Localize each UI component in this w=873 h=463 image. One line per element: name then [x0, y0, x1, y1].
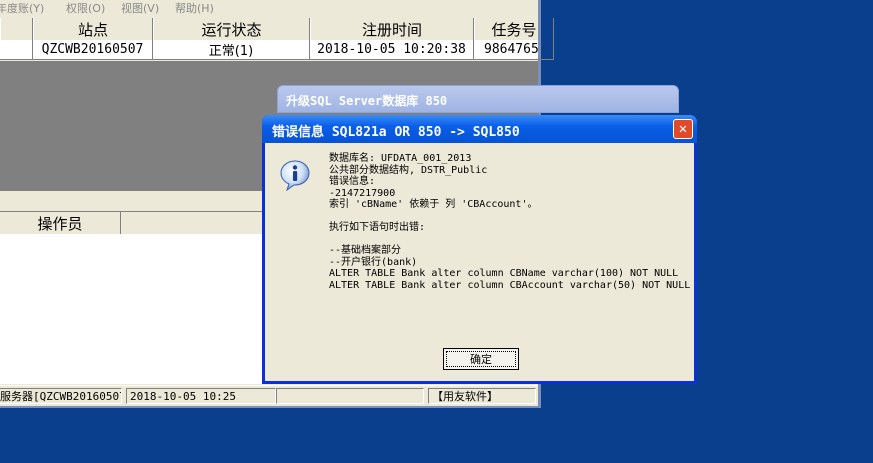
close-icon: ✕ [678, 121, 688, 137]
message-line: 执行如下语句时出错: [329, 222, 426, 233]
table-row[interactable]: QZCWB20160507 正常(1) 2018-10-05 10:20:38 … [0, 40, 554, 60]
message-line [329, 211, 690, 223]
header-status[interactable]: 运行状态 [153, 18, 310, 40]
status-server: 服务器[QZCWB20160507] [0, 388, 122, 404]
status-blank [276, 388, 424, 404]
error-dialog-title: 错误信息 SQL821a OR 850 -> SQL850 [272, 125, 520, 140]
site-table: 站点 运行状态 注册时间 任务号 QZCWB20160507 正常(1) 201… [0, 18, 554, 60]
error-dialog-body: 数据库名: UFDATA_001_2013 公共部分数据结构, DSTR_Publ… [265, 143, 694, 381]
error-dialog: 错误信息 SQL821a OR 850 -> SQL850 ✕ 数据库名: UF… [262, 115, 697, 384]
message-line [329, 234, 690, 246]
menu-item-view[interactable]: 视图(V) [121, 0, 159, 16]
cell-register-time: 2018-10-05 10:20:38 [310, 40, 474, 60]
message-line: --基础档案部分 [329, 245, 402, 256]
row-spacer [0, 40, 33, 60]
message-line: 公共部分数据结构, DSTR_Public [329, 164, 488, 176]
status-brand: 【用友软件】 [428, 388, 536, 404]
header-operator[interactable]: 操作员 [0, 212, 121, 234]
message-line: -2147217900 [329, 187, 396, 199]
close-button[interactable]: ✕ [673, 119, 693, 139]
message-line: 数据库名: UFDATA_001_2013 [329, 153, 472, 164]
message-line: 索引 'cBName' 依赖于 列 'CBAccount'。 [329, 199, 538, 210]
header-site[interactable]: 站点 [33, 18, 153, 40]
header-register-time[interactable]: 注册时间 [310, 18, 474, 40]
message-line: ALTER TABLE Bank alter column CBName var… [329, 268, 679, 279]
error-message: 数据库名: UFDATA_001_2013 公共部分数据结构, DSTR_Publ… [329, 153, 690, 291]
menu-item-permission[interactable]: 权限(O) [66, 0, 105, 16]
message-line: 错误信息: [329, 176, 376, 187]
status-datetime: 2018-10-05 10:25 [126, 388, 276, 404]
menu-item-year-account[interactable]: 年度账(Y) [0, 0, 44, 16]
cell-task-id: 9864765 [474, 40, 554, 60]
menubar: 年度账(Y) 权限(O) 视图(V) 帮助(H) [0, 0, 538, 17]
statusbar: 服务器[QZCWB20160507] 2018-10-05 10:25 【用友软… [0, 385, 538, 406]
header-spacer [0, 18, 33, 40]
cell-site: QZCWB20160507 [33, 40, 153, 60]
site-table-header: 站点 运行状态 注册时间 任务号 [0, 18, 554, 41]
upgrade-window-titlebar[interactable]: 升级SQL Server数据库 850 [277, 85, 679, 113]
error-dialog-titlebar[interactable]: 错误信息 SQL821a OR 850 -> SQL850 ✕ [262, 115, 697, 143]
message-line: --开户银行(bank) [329, 256, 418, 268]
header-task-id[interactable]: 任务号 [474, 18, 554, 40]
menu-item-help[interactable]: 帮助(H) [175, 0, 214, 16]
cell-status: 正常(1) [153, 40, 310, 60]
ok-button[interactable]: 确定 [443, 348, 519, 370]
message-line: ALTER TABLE Bank alter column CBAccount … [329, 279, 691, 291]
info-icon [280, 160, 310, 191]
